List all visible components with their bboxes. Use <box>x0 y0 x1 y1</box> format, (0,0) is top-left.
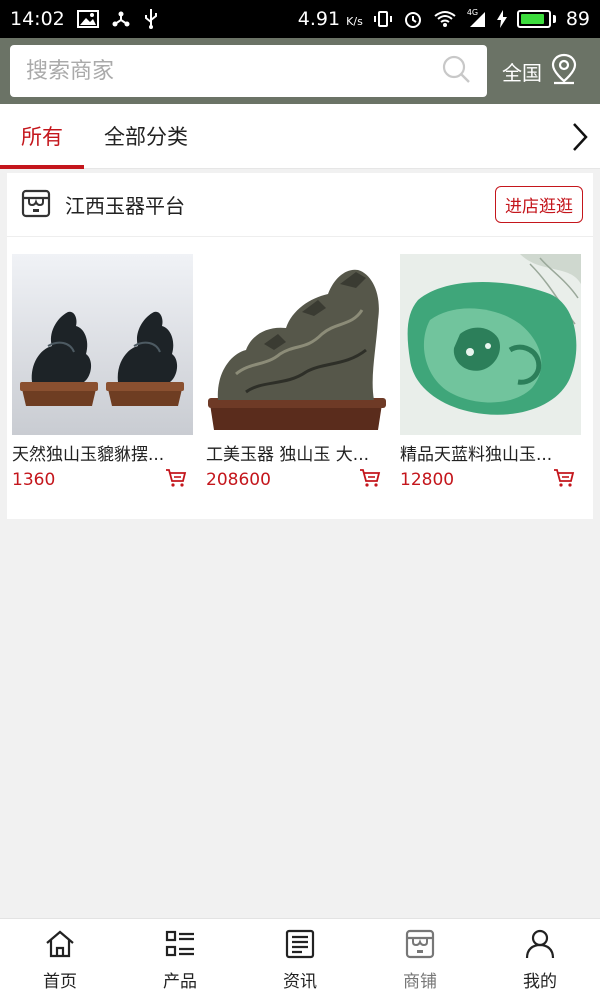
bottom-nav: 首页 产品 资讯 商铺 我的 <box>0 918 600 1000</box>
nav-news-label: 资讯 <box>283 972 317 992</box>
usb-icon <box>143 8 159 30</box>
nav-home-label: 首页 <box>43 972 77 992</box>
nav-profile-label: 我的 <box>523 972 557 992</box>
product-image-green-jade-pendant[interactable] <box>400 254 581 435</box>
product-card[interactable]: 精品天蓝料独山玉... 12800 <box>400 254 581 492</box>
battery-percent: 89 <box>565 8 590 30</box>
nav-stores-label: 商铺 <box>403 972 437 992</box>
wifi-icon <box>433 10 457 28</box>
charging-icon <box>496 10 507 28</box>
region-selector[interactable]: 全国 <box>502 53 578 90</box>
tab-all[interactable]: 所有 <box>0 104 84 169</box>
nav-home[interactable]: 首页 <box>0 919 120 1000</box>
search-header: 全国 <box>0 38 600 104</box>
product-title[interactable]: 工美玉器 独山玉 大... <box>206 440 387 465</box>
vibrate-icon <box>373 9 393 29</box>
home-icon <box>44 929 76 964</box>
store-header: 江西玉器平台 进店逛逛 <box>7 173 593 237</box>
nav-stores[interactable]: 商铺 <box>360 919 480 1000</box>
product-title[interactable]: 精品天蓝料独山玉... <box>400 440 581 465</box>
network-speed: 4.91 K/s <box>297 8 363 30</box>
nav-products[interactable]: 产品 <box>120 919 240 1000</box>
store-icon <box>21 188 51 222</box>
nav-news[interactable]: 资讯 <box>240 919 360 1000</box>
status-bar: 14:02 4.91 K/s 4G 89 <box>0 0 600 38</box>
news-icon <box>284 929 316 964</box>
nav-products-label: 产品 <box>163 972 197 992</box>
product-price: 1360 <box>12 470 56 490</box>
search-input[interactable] <box>26 58 441 84</box>
status-time: 14:02 <box>10 8 65 30</box>
product-list: 天然独山玉貔貅摆... 1360 工美玉器 独山玉 大... 208600 精品… <box>7 237 593 492</box>
signal-icon: 4G <box>467 8 487 28</box>
search-icon[interactable] <box>441 54 471 88</box>
gallery-icon <box>76 10 99 28</box>
share-icon <box>111 9 131 29</box>
add-to-cart-icon[interactable] <box>553 468 575 492</box>
nav-profile[interactable]: 我的 <box>480 919 600 1000</box>
visit-store-button[interactable]: 进店逛逛 <box>495 186 583 223</box>
battery-icon <box>516 10 556 28</box>
store-card: 江西玉器平台 进店逛逛 天然独山玉貔貅摆... 1360 工美玉器 独山玉 大.… <box>7 173 593 519</box>
location-pin-icon <box>550 53 578 90</box>
list-icon <box>164 929 196 964</box>
product-image-jade-horses[interactable] <box>206 254 387 435</box>
product-card[interactable]: 工美玉器 独山玉 大... 208600 <box>206 254 387 492</box>
region-label: 全国 <box>502 60 542 85</box>
store-icon <box>404 929 436 964</box>
product-price: 12800 <box>400 470 455 490</box>
tab-all-categories[interactable]: 全部分类 <box>104 104 188 169</box>
add-to-cart-icon[interactable] <box>359 468 381 492</box>
product-price: 208600 <box>206 470 271 490</box>
store-name[interactable]: 江西玉器平台 <box>65 190 185 219</box>
add-to-cart-icon[interactable] <box>165 468 187 492</box>
user-icon <box>524 929 556 964</box>
product-image-black-jade-pixiu[interactable] <box>12 254 193 435</box>
product-title[interactable]: 天然独山玉貔貅摆... <box>12 440 193 465</box>
product-card[interactable]: 天然独山玉貔貅摆... 1360 <box>12 254 193 492</box>
search-box[interactable] <box>10 45 487 97</box>
alarm-icon <box>403 9 423 29</box>
chevron-right-icon[interactable] <box>572 122 588 156</box>
category-tabs: 所有 全部分类 <box>0 104 600 169</box>
